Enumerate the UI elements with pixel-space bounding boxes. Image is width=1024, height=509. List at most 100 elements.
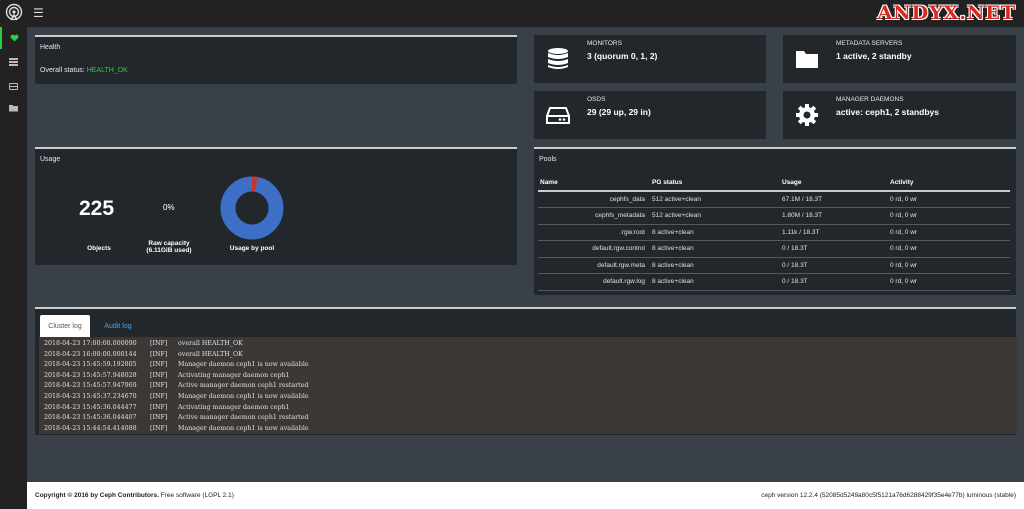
pool-pg-status: 8 active+clean	[650, 257, 780, 274]
pool-activity: 0 rd, 0 wr	[888, 207, 1010, 225]
sidebar-item-cluster[interactable]	[0, 51, 27, 73]
gear-icon	[796, 104, 818, 126]
table-row[interactable]: default.rgw.meta 8 active+clean 0 / 18.3T 0…	[538, 257, 1010, 274]
log-timestamp: 2018-04-23 16:00:00.000144	[44, 350, 137, 358]
top-navbar: ☰ ANDYX.NET	[0, 0, 1024, 27]
log-line: 2018-04-23 15:44:54.414088 [INF] Manager d…	[44, 424, 1012, 435]
pool-activity: 0 rd, 0 wr	[888, 257, 1010, 274]
pools-panel: Pools Name PG status Usage Activity ceph…	[534, 147, 1016, 295]
footer-copyright: Copyright © 2016 by Ceph Contributors. F…	[35, 492, 234, 499]
log-line: 2018-04-23 15:45:36.044477 [INF] Activatin…	[44, 403, 1012, 414]
column-header-name[interactable]: Name	[538, 175, 650, 192]
health-panel: Health Overall status: HEALTH_OK	[35, 35, 517, 84]
log-line: 2018-04-23 15:45:36.044407 [INF] Active ma…	[44, 413, 1012, 424]
raw-capacity-percent: 0%	[163, 203, 175, 212]
pool-usage: 0 / 18.3T	[780, 273, 888, 291]
footer: Copyright © 2016 by Ceph Contributors. F…	[27, 482, 1024, 509]
log-level: [INF]	[150, 361, 168, 369]
menu-toggle-icon[interactable]: ☰	[33, 7, 44, 19]
log-timestamp: 2018-04-23 15:45:36.044407	[44, 414, 137, 422]
table-row[interactable]: cephfs_data 512 active+clean 67.1M / 18.3T…	[538, 191, 1010, 208]
pool-pg-status: 8 active+clean	[650, 224, 780, 241]
pool-pg-status: 512 active+clean	[650, 191, 780, 208]
osds-card[interactable]: OSDS 29 (29 up, 29 in)	[534, 91, 766, 139]
health-title: Health	[40, 44, 61, 51]
manager-daemons-title: MANAGER DAEMONS	[836, 96, 904, 103]
pool-name: .rgw.root	[538, 224, 650, 241]
manager-daemons-card[interactable]: MANAGER DAEMONS active: ceph1, 2 standby…	[783, 91, 1016, 139]
log-timestamp: 2018-04-23 15:45:59.192805	[44, 361, 137, 369]
log-timestamp: 2018-04-23 15:45:36.044477	[44, 403, 137, 411]
table-row[interactable]: cephfs_metadata 512 active+clean 1.80M / 1…	[538, 207, 1010, 225]
folder-icon	[796, 51, 818, 68]
log-message: Activating manager daemon ceph1	[178, 403, 290, 411]
pool-usage: 0 / 18.3T	[780, 240, 888, 258]
manager-daemons-value: active: ceph1, 2 standbys	[836, 107, 939, 117]
overall-status: Overall status: HEALTH_OK	[40, 67, 128, 74]
log-level: [INF]	[150, 350, 168, 358]
pool-usage: 1.80M / 18.3T	[780, 207, 888, 225]
log-message: Activating manager daemon ceph1	[178, 371, 290, 379]
raw-capacity-label: Raw capacity (6.11GiB used)	[139, 240, 199, 254]
pool-name: cephfs_data	[538, 191, 650, 208]
sidebar-item-health[interactable]	[0, 27, 27, 49]
log-line: 2018-04-23 16:00:00.000144 [INF] overall H…	[44, 350, 1012, 361]
usage-title: Usage	[40, 156, 61, 163]
folder-icon	[9, 105, 18, 112]
pool-name: default.rgw.log	[538, 273, 650, 291]
pool-usage: 0 / 18.3T	[780, 257, 888, 274]
cluster-log-content[interactable]: 2018-04-23 17:00:00.000090 [INF] overall H…	[39, 337, 1017, 434]
log-level: [INF]	[150, 371, 168, 379]
table-row[interactable]: default.rgw.control 8 active+clean 0 / 18.…	[538, 240, 1010, 258]
objects-label: Objects	[87, 245, 111, 252]
table-row[interactable]: default.rgw.log 8 active+clean 0 / 18.3T 0 …	[538, 273, 1010, 291]
sidebar-item-filesystems[interactable]	[0, 97, 27, 119]
heartbeat-icon	[10, 34, 19, 42]
pool-activity: 0 rd, 0 wr	[888, 240, 1010, 258]
raw-capacity-used: (6.11GiB used)	[146, 247, 192, 254]
log-message: Active manager daemon ceph1 restarted	[178, 414, 309, 422]
hdd-icon	[546, 107, 570, 124]
log-message: Manager daemon ceph1 is now available	[178, 361, 309, 369]
log-level: [INF]	[150, 382, 168, 390]
column-header-activity[interactable]: Activity	[888, 175, 1010, 192]
usage-by-pool-donut[interactable]	[219, 175, 285, 241]
log-line: 2018-04-23 15:45:57.948028 [INF] Activatin…	[44, 371, 1012, 382]
pools-table: Name PG status Usage Activity cephfs_dat…	[538, 175, 1010, 291]
log-panel: Cluster log Audit log 2018-04-23 17:00:0…	[35, 307, 1017, 435]
ceph-logo-icon[interactable]	[4, 3, 24, 23]
sidebar-item-block[interactable]	[0, 75, 27, 97]
pool-name: cephfs_metadata	[538, 207, 650, 225]
pool-name: default.rgw.meta	[538, 257, 650, 274]
log-timestamp: 2018-04-23 15:45:57.947969	[44, 382, 137, 390]
metadata-servers-value: 1 active, 2 standby	[836, 51, 912, 61]
pool-pg-status: 512 active+clean	[650, 207, 780, 225]
log-message: Manager daemon ceph1 is now available	[178, 392, 309, 400]
log-timestamp: 2018-04-23 15:45:37.234670	[44, 392, 137, 400]
pool-pg-status: 8 active+clean	[650, 273, 780, 291]
tab-cluster-log[interactable]: Cluster log	[40, 315, 90, 337]
osds-title: OSDS	[587, 96, 606, 103]
log-message: Manager daemon ceph1 is now available	[178, 424, 309, 432]
pool-name: default.rgw.control	[538, 240, 650, 258]
metadata-servers-card[interactable]: METADATA SERVERS 1 active, 2 standby	[783, 35, 1016, 83]
column-header-pg-status[interactable]: PG status	[650, 175, 780, 192]
osds-value: 29 (29 up, 29 in)	[587, 107, 651, 117]
metadata-servers-title: METADATA SERVERS	[836, 40, 903, 47]
monitors-card[interactable]: MONITORS 3 (quorum 0, 1, 2)	[534, 35, 766, 83]
watermark-text: ANDYX.NET	[877, 2, 1016, 24]
table-row[interactable]: .rgw.root 8 active+clean 1.11k / 18.3T 0 rd…	[538, 224, 1010, 241]
tab-audit-log[interactable]: Audit log	[98, 315, 138, 337]
column-header-usage[interactable]: Usage	[780, 175, 888, 192]
log-level: [INF]	[150, 424, 168, 432]
pools-header-row: Name PG status Usage Activity	[538, 175, 1010, 192]
server-icon	[9, 58, 18, 66]
log-message: overall HEALTH_OK	[178, 340, 243, 347]
pool-activity: 0 rd, 0 wr	[888, 191, 1010, 208]
log-level: [INF]	[150, 403, 168, 411]
log-timestamp: 2018-04-23 17:00:00.000090	[44, 340, 137, 347]
log-timestamp: 2018-04-23 15:44:54.414088	[44, 424, 137, 432]
pool-pg-status: 8 active+clean	[650, 240, 780, 258]
copyright-text: Copyright © 2016 by Ceph Contributors.	[35, 492, 159, 499]
log-level: [INF]	[150, 414, 168, 422]
